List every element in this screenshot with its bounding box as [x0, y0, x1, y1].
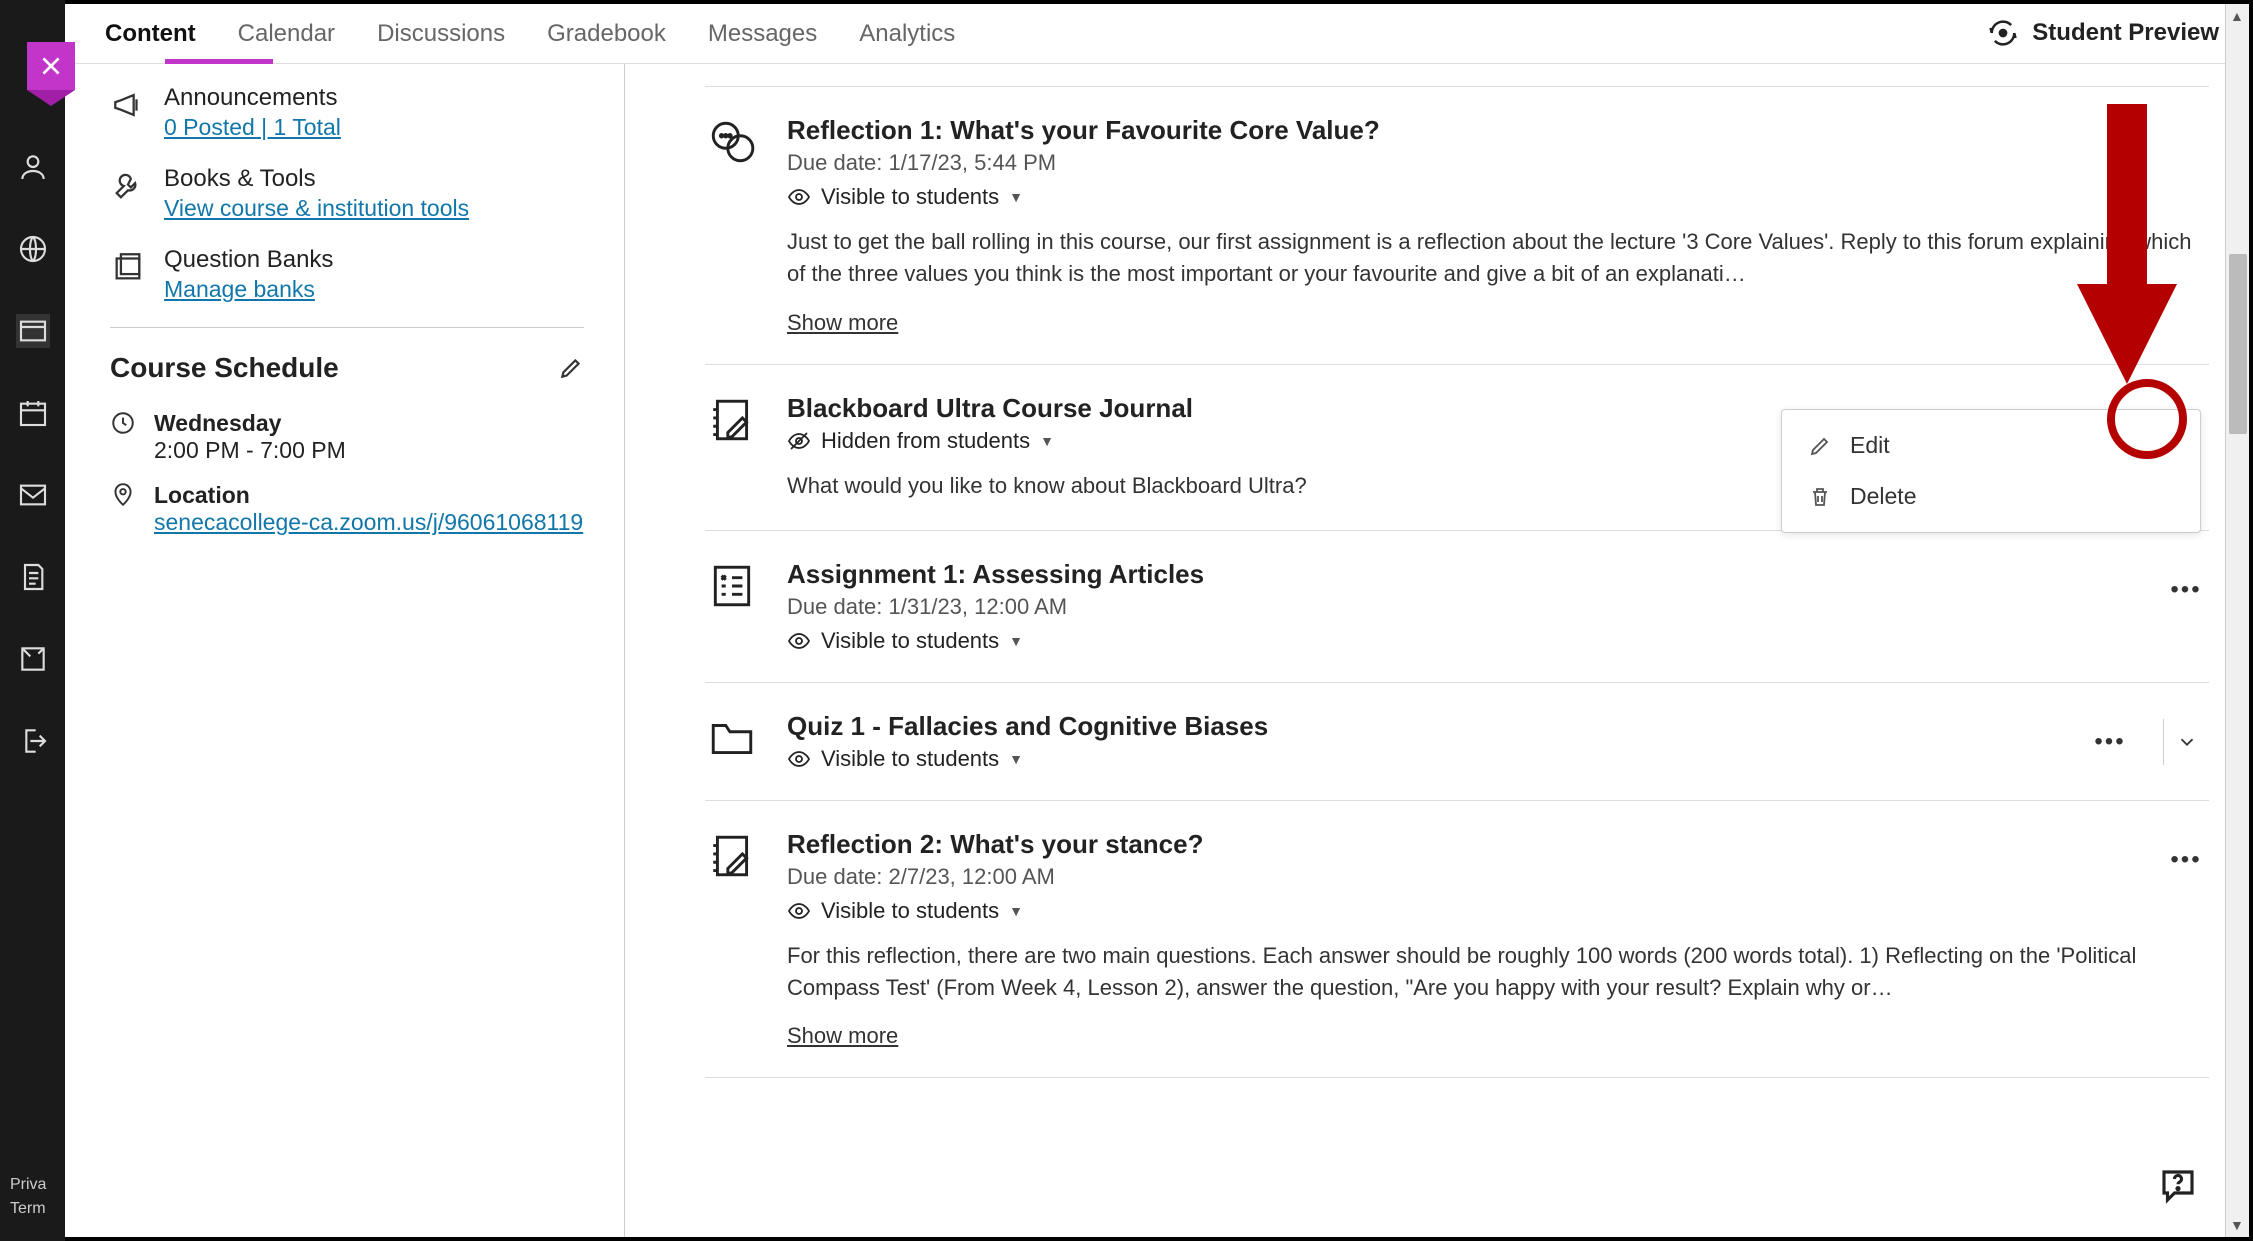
books-link[interactable]: View course & institution tools	[164, 195, 469, 221]
item-type-icon	[705, 393, 759, 447]
qbanks-title: Question Banks	[164, 246, 333, 274]
active-tab-indicator	[165, 59, 273, 64]
globe-icon[interactable]	[16, 232, 50, 266]
schedule-day: Wednesday	[154, 410, 346, 437]
details-sidebar: Announcements 0 Posted | 1 Total Books &…	[65, 64, 625, 1237]
visibility-toggle[interactable]: Visible to students ▼	[787, 746, 2209, 772]
visibility-label: Visible to students	[821, 628, 999, 654]
courses-icon[interactable]	[16, 314, 50, 348]
menu-delete-label: Delete	[1850, 483, 1916, 510]
visibility-toggle[interactable]: Visible to students ▼	[787, 628, 2209, 654]
show-more-link[interactable]: Show more	[787, 310, 898, 336]
course-page: Content Calendar Discussions Gradebook M…	[65, 0, 2253, 1241]
menu-edit-label: Edit	[1850, 432, 1890, 459]
location-icon	[110, 482, 136, 536]
grades-icon[interactable]	[16, 560, 50, 594]
schedule-header: Course Schedule	[110, 327, 584, 384]
item-more-button[interactable]: •••	[2163, 567, 2209, 613]
item-due-date: Due date: 1/31/23, 12:00 AM	[787, 594, 2209, 620]
tab-calendar[interactable]: Calendar	[238, 20, 335, 48]
annotation-arrow	[2077, 104, 2177, 404]
signout-icon[interactable]	[16, 724, 50, 758]
books-title: Books & Tools	[164, 165, 469, 193]
item-title[interactable]: Assignment 1: Assessing Articles	[787, 559, 2209, 590]
wrench-icon	[110, 165, 146, 222]
visibility-toggle[interactable]: Visible to students ▼	[787, 898, 2209, 924]
course-tabs: Content Calendar Discussions Gradebook M…	[65, 4, 2249, 64]
item-description: Just to get the ball rolling in this cou…	[787, 226, 2209, 290]
caret-down-icon: ▼	[1040, 433, 1054, 449]
global-nav-rail: Priva Term	[0, 0, 65, 1241]
privacy-link-truncated[interactable]: Priva	[10, 1173, 46, 1197]
announcements-title: Announcements	[164, 84, 341, 112]
rail-footer: Priva Term	[10, 1173, 46, 1221]
visibility-label: Hidden from students	[821, 428, 1030, 454]
caret-down-icon: ▼	[1009, 189, 1023, 205]
megaphone-icon	[110, 84, 146, 141]
sidebar-qbanks: Question Banks Manage banks	[110, 246, 584, 303]
tab-content[interactable]: Content	[105, 20, 196, 48]
tab-discussions[interactable]: Discussions	[377, 20, 505, 48]
caret-down-icon: ▼	[1009, 751, 1023, 767]
tab-messages[interactable]: Messages	[708, 20, 817, 48]
item-description: For this reflection, there are two main …	[787, 940, 2209, 1004]
calendar-icon[interactable]	[16, 396, 50, 430]
item-type-icon	[705, 829, 759, 883]
scrollbar-thumb[interactable]	[2229, 254, 2247, 434]
menu-delete[interactable]: Delete	[1782, 471, 2200, 522]
help-button[interactable]	[2157, 1165, 2199, 1207]
visibility-label: Visible to students	[821, 746, 999, 772]
schedule-location-label: Location	[154, 482, 583, 509]
item-title[interactable]: Reflection 2: What's your stance?	[787, 829, 2209, 860]
item-due-date: Due date: 2/7/23, 12:00 AM	[787, 864, 2209, 890]
sidebar-announcements: Announcements 0 Posted | 1 Total	[110, 84, 584, 141]
edit-schedule-button[interactable]	[558, 355, 584, 381]
item-expand-button[interactable]	[2163, 719, 2209, 765]
schedule-time: 2:00 PM - 7:00 PM	[154, 437, 346, 464]
clock-icon	[110, 410, 136, 464]
tab-gradebook[interactable]: Gradebook	[547, 20, 666, 48]
item-more-button[interactable]: •••	[2087, 719, 2133, 765]
visibility-toggle[interactable]: Visible to students ▼	[787, 184, 2209, 210]
bank-icon	[110, 246, 146, 303]
visibility-label: Visible to students	[821, 898, 999, 924]
schedule-heading: Course Schedule	[110, 352, 339, 384]
item-title[interactable]: Reflection 1: What's your Favourite Core…	[787, 115, 2209, 146]
content-item: Reflection 2: What's your stance? Due da…	[705, 801, 2209, 1079]
show-more-link[interactable]: Show more	[787, 1023, 898, 1049]
caret-down-icon: ▼	[1009, 903, 1023, 919]
tools-icon[interactable]	[16, 642, 50, 676]
visibility-label: Visible to students	[821, 184, 999, 210]
item-more-button[interactable]: •••	[2163, 837, 2209, 883]
vertical-scrollbar[interactable]: ▲ ▼	[2225, 4, 2249, 1237]
item-title[interactable]: Quiz 1 - Fallacies and Cognitive Biases	[787, 711, 2209, 742]
content-item: Reflection 1: What's your Favourite Core…	[705, 87, 2209, 365]
close-panel-button[interactable]	[27, 42, 75, 90]
content-item: Quiz 1 - Fallacies and Cognitive Biases …	[705, 683, 2209, 801]
terms-link-truncated[interactable]: Term	[10, 1197, 46, 1221]
profile-icon[interactable]	[16, 150, 50, 184]
content-item: Assignment 1: Assessing Articles Due dat…	[705, 531, 2209, 683]
messages-icon[interactable]	[16, 478, 50, 512]
caret-down-icon: ▼	[1009, 633, 1023, 649]
schedule-location-link[interactable]: senecacollege-ca.zoom.us/j/96061068119	[154, 509, 583, 535]
student-preview-label: Student Preview	[2032, 19, 2219, 47]
item-type-icon	[705, 559, 759, 613]
student-preview-button[interactable]: Student Preview	[1988, 18, 2219, 48]
item-type-icon	[705, 711, 759, 765]
item-type-icon	[705, 115, 759, 169]
item-due-date: Due date: 1/17/23, 5:44 PM	[787, 150, 2209, 176]
annotation-circle	[2107, 379, 2187, 459]
tab-analytics[interactable]: Analytics	[859, 20, 955, 48]
announcements-link[interactable]: 0 Posted | 1 Total	[164, 114, 341, 140]
qbanks-link[interactable]: Manage banks	[164, 276, 315, 302]
content-list: Reflection 1: What's your Favourite Core…	[625, 64, 2249, 1237]
sidebar-books: Books & Tools View course & institution …	[110, 165, 584, 222]
